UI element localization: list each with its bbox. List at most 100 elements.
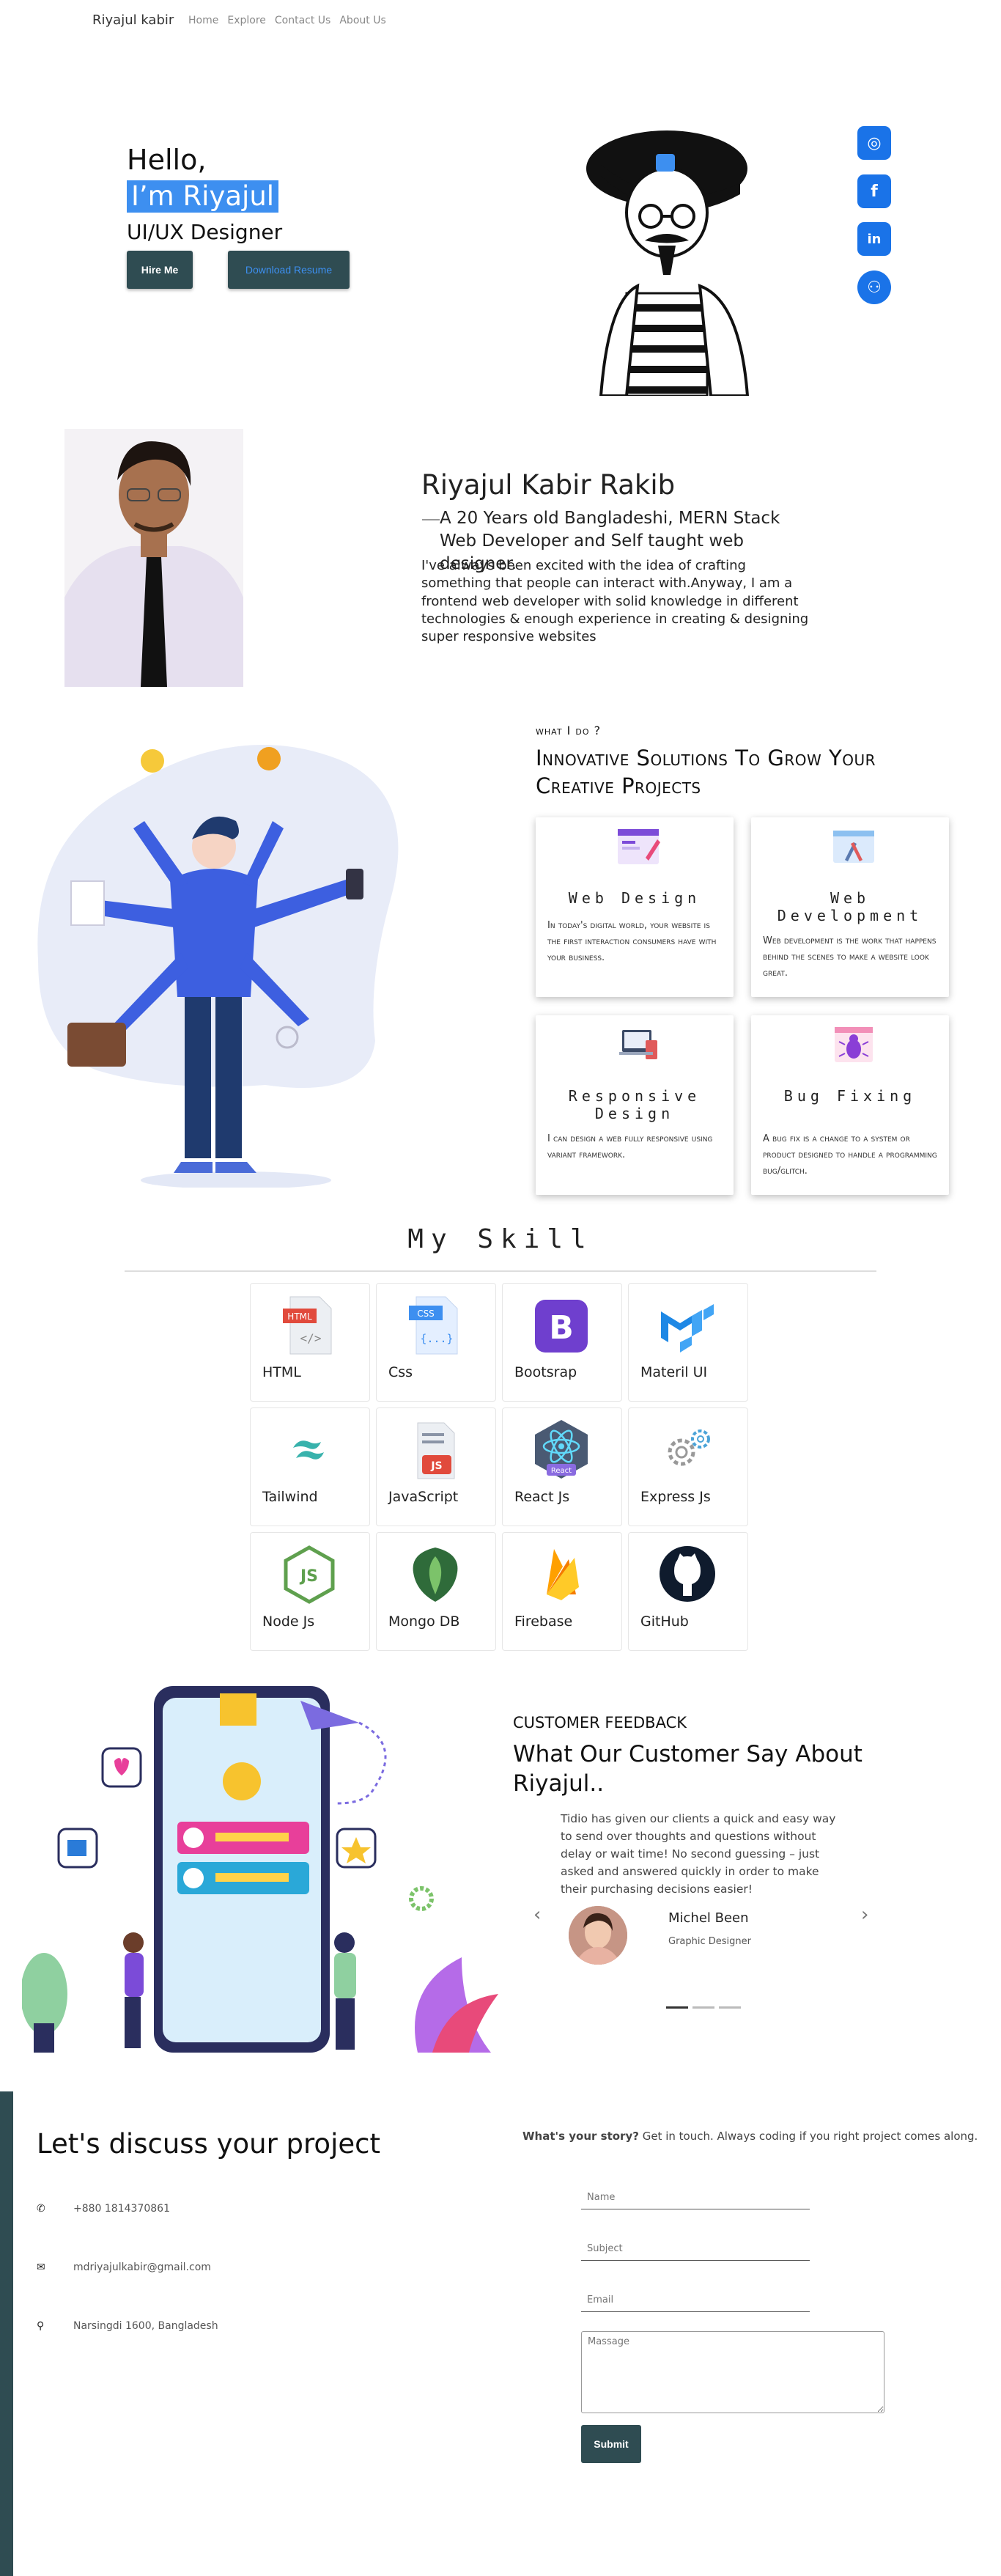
web-development-icon: [833, 831, 874, 863]
hire-me-button[interactable]: Hire Me: [127, 251, 193, 289]
service-card-web-development[interactable]: Web Development Web development is the w…: [751, 817, 949, 997]
card-description: A bug fix is a change to a system or pro…: [763, 1133, 937, 1177]
service-card-web-design[interactable]: Web Design In today's digital world, you…: [536, 817, 734, 997]
nav-links: Home Explore Contact Us About Us: [188, 15, 386, 26]
email-input[interactable]: [581, 2289, 810, 2312]
javascript-badge: JS: [430, 1460, 442, 1472]
skill-card-github[interactable]: GitHub: [628, 1532, 748, 1651]
hero-name: I’m Riyajul: [127, 180, 279, 213]
skill-label: Materil UI: [640, 1364, 708, 1380]
facebook-icon[interactable]: f: [857, 174, 891, 208]
services-title: Innovative Solutions To Grow Your Creati…: [536, 746, 876, 798]
carousel-indicator-active[interactable]: [666, 2006, 688, 2009]
css-badge: CSS: [417, 1309, 435, 1319]
html-badge: HTML: [287, 1311, 312, 1322]
skill-label: JavaScript: [388, 1489, 459, 1505]
testimonial-role: Graphic Designer: [668, 1936, 751, 1947]
download-resume-button[interactable]: Download Resume: [228, 251, 350, 289]
react-icon: React: [535, 1420, 588, 1479]
contact-email: ✉ mdriyajulkabir@gmail.com: [37, 2262, 211, 2273]
skill-card-material-ui[interactable]: Materil UI: [628, 1283, 748, 1402]
skill-card-css[interactable]: CSS {...} Css: [376, 1283, 496, 1402]
skills-title: My Skill: [407, 1224, 594, 1254]
address-text: Narsingdi 1600, Bangladesh: [73, 2320, 218, 2332]
skill-card-tailwind[interactable]: Tailwind: [250, 1407, 370, 1526]
card-title: Web Development: [777, 889, 923, 924]
skill-label: Tailwind: [262, 1489, 318, 1505]
card-title: Web Design: [568, 889, 701, 907]
envelope-icon: ✉: [37, 2262, 45, 2273]
skill-card-javascript[interactable]: JS JavaScript: [376, 1407, 496, 1526]
carousel-indicator[interactable]: [692, 2006, 714, 2009]
bootstrap-badge: B: [549, 1309, 574, 1347]
subject-input[interactable]: [581, 2237, 810, 2261]
card-title: Bug Fixing: [783, 1087, 917, 1105]
svg-text:{...}: {...}: [420, 1332, 453, 1345]
carousel-next-icon[interactable]: ›: [861, 1904, 868, 1926]
skill-card-bootstrap[interactable]: B Bootsrap: [502, 1283, 622, 1402]
skill-card-nodejs[interactable]: JS Node Js: [250, 1532, 370, 1651]
skill-label: Css: [388, 1364, 413, 1380]
skill-card-mongodb[interactable]: Mongo DB: [376, 1532, 496, 1651]
about-subtitle-dash: [422, 519, 440, 520]
card-title: Responsive Design: [568, 1087, 701, 1122]
submit-button[interactable]: Submit: [581, 2425, 641, 2463]
skill-card-react[interactable]: React React Js: [502, 1407, 622, 1526]
contact-address: ⚲ Narsingdi 1600, Bangladesh: [37, 2320, 218, 2332]
github-icon: [660, 1546, 715, 1602]
carousel-prev-icon[interactable]: ‹: [533, 1904, 541, 1926]
hero-greeting: Hello,: [127, 144, 207, 176]
nav-link-contact[interactable]: Contact Us: [275, 15, 330, 26]
message-textarea[interactable]: [581, 2331, 884, 2413]
hero-role: UI/UX Designer: [127, 220, 283, 244]
contact-story-line: What's your story? Get in touch. Always …: [522, 2130, 978, 2143]
brand-logo[interactable]: Riyajul kabir: [92, 12, 174, 28]
instagram-icon[interactable]: ◎: [857, 126, 891, 160]
skill-label: Bootsrap: [514, 1364, 577, 1380]
testimonial-name: Michel Been: [668, 1910, 749, 1926]
card-description: I can design a web fully responsive usin…: [547, 1133, 713, 1161]
svg-text:</>: </>: [300, 1331, 322, 1345]
html-icon: HTML </>: [283, 1296, 332, 1355]
story-rest: Get in touch. Always coding if you right…: [638, 2130, 978, 2143]
email-text: mdriyajulkabir@gmail.com: [73, 2262, 211, 2273]
top-navbar: Riyajul kabir Home Explore Contact Us Ab…: [0, 0, 1001, 43]
nav-link-explore[interactable]: Explore: [227, 15, 266, 26]
contact-title: Let's discuss your project: [37, 2128, 380, 2160]
contact-phone: ✆ +880 1814370861: [37, 2203, 170, 2215]
carousel-indicator[interactable]: [719, 2006, 741, 2009]
card-description: Web development is the work that happens…: [763, 935, 937, 979]
skill-label: Express Js: [640, 1489, 711, 1505]
css-icon: CSS {...}: [409, 1296, 458, 1355]
web-design-icon: [618, 829, 660, 864]
tailwind-icon: [293, 1440, 324, 1460]
bootstrap-icon: B: [535, 1300, 588, 1353]
service-card-responsive-design[interactable]: Responsive Design I can design a web ful…: [536, 1015, 734, 1195]
profile-photo: [64, 429, 243, 687]
multitasking-illustration: [37, 745, 399, 1188]
feedback-kicker: CUSTOMER FEEDBACK: [513, 1714, 687, 1732]
react-badge: React: [551, 1467, 572, 1475]
nodejs-icon: JS: [284, 1545, 335, 1604]
testimonial-avatar: [569, 1906, 627, 1965]
skill-card-firebase[interactable]: Firebase: [502, 1532, 622, 1651]
about-title: Riyajul Kabir Rakib: [421, 469, 676, 501]
service-card-bug-fixing[interactable]: Bug Fixing A bug fix is a change to a sy…: [751, 1015, 949, 1195]
page: Riyajul kabir Home Explore Contact Us Ab…: [0, 0, 1001, 2576]
card-description: In today's digital world, your website i…: [547, 920, 717, 964]
about-body: I've always been excited with the idea o…: [421, 558, 809, 645]
linkedin-icon[interactable]: in: [857, 222, 891, 256]
github-icon[interactable]: ⚇: [857, 271, 891, 304]
skills-divider: [125, 1270, 876, 1272]
nav-link-home[interactable]: Home: [188, 15, 218, 26]
skill-card-html[interactable]: HTML </> HTML: [250, 1283, 370, 1402]
services-kicker: what I do ?: [536, 724, 602, 737]
skill-card-express[interactable]: Express Js: [628, 1407, 748, 1526]
firebase-icon: [547, 1549, 579, 1600]
javascript-icon: JS: [417, 1422, 455, 1479]
nodejs-badge: JS: [299, 1567, 318, 1586]
feedback-title: What Our Customer Say About Riyajul..: [513, 1741, 863, 1797]
skill-label: Node Js: [262, 1613, 315, 1630]
name-input[interactable]: [581, 2186, 810, 2209]
nav-link-about[interactable]: About Us: [339, 15, 385, 26]
